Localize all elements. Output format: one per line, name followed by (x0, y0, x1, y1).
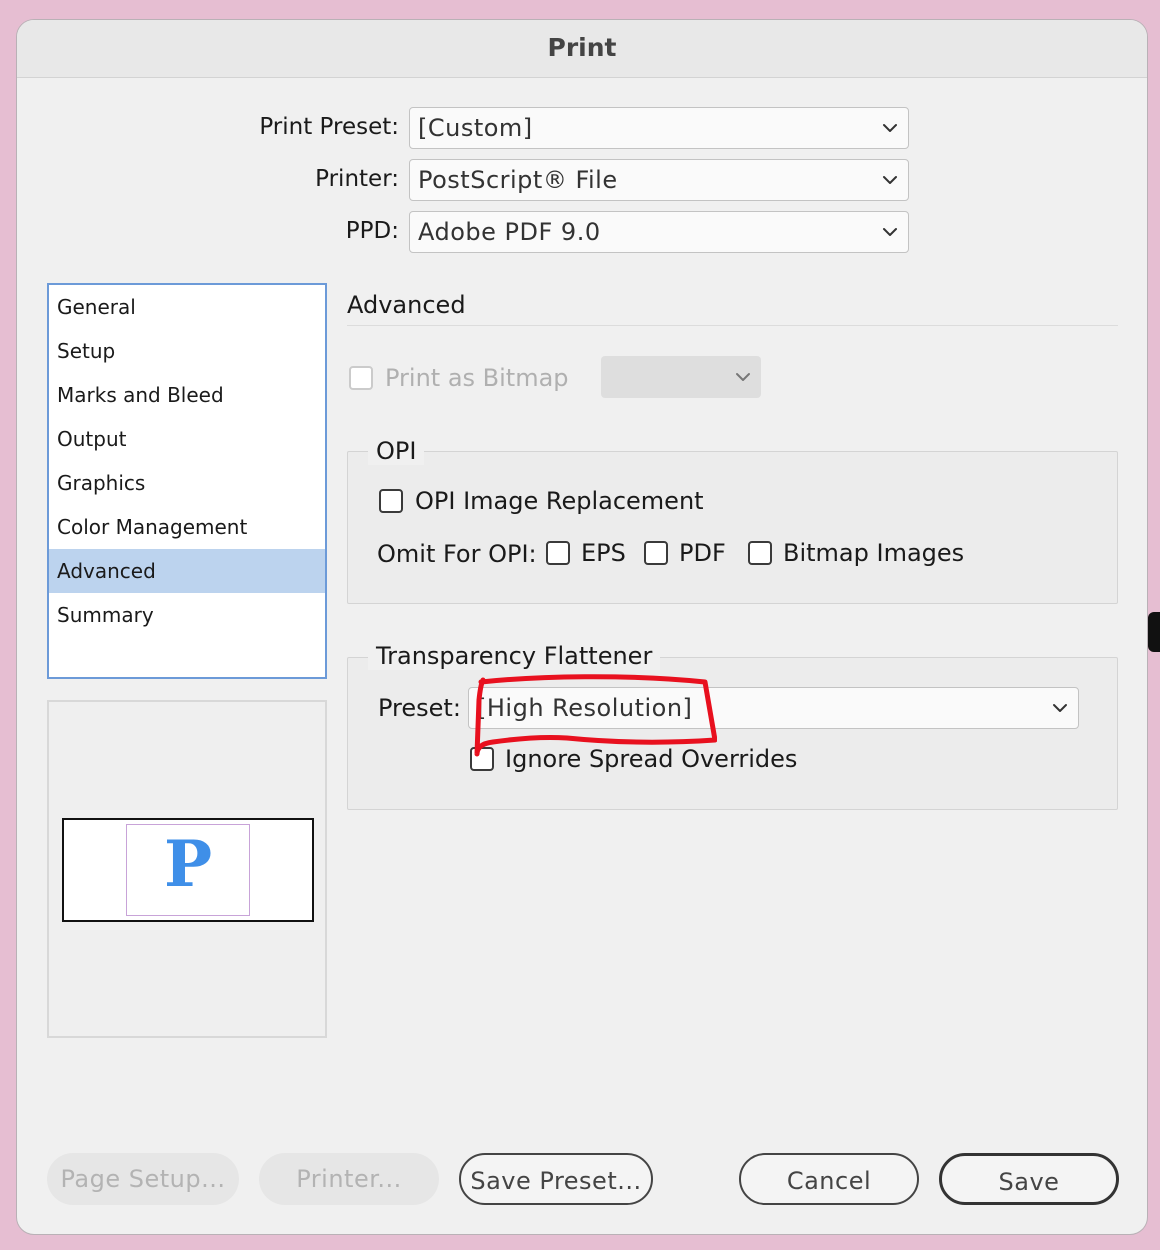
print-preset-label: Print Preset: (259, 114, 399, 140)
nav-item-color-management[interactable]: Color Management (49, 505, 325, 549)
print-dialog: Print Print Preset: [Custom] Printer: Po… (16, 19, 1148, 1235)
chevron-down-icon (735, 369, 751, 385)
printer-select[interactable]: PostScript® File (409, 159, 909, 201)
omit-eps-label: EPS (581, 539, 626, 567)
preview-page: P (126, 824, 250, 916)
nav-item-graphics[interactable]: Graphics (49, 461, 325, 505)
nav-item-summary[interactable]: Summary (49, 593, 325, 637)
nav-item-output[interactable]: Output (49, 417, 325, 461)
flattener-preset-value: [High Resolution] (477, 694, 693, 722)
preview-glyph: P (163, 827, 213, 902)
omit-bitmap-images-label: Bitmap Images (783, 539, 965, 567)
ignore-spread-overrides-label: Ignore Spread Overrides (505, 745, 798, 773)
chevron-down-icon (882, 172, 898, 188)
ppd-select[interactable]: Adobe PDF 9.0 (409, 211, 909, 253)
opi-group (347, 451, 1118, 604)
chevron-down-icon (882, 224, 898, 240)
print-as-bitmap-label: Print as Bitmap (385, 364, 569, 392)
ppd-value: Adobe PDF 9.0 (418, 218, 601, 246)
transparency-flattener-group (347, 657, 1118, 810)
printer-value: PostScript® File (418, 166, 618, 194)
flattener-preset-select[interactable]: [High Resolution] (468, 687, 1079, 729)
omit-eps-checkbox[interactable] (546, 541, 570, 565)
transparency-flattener-title: Transparency Flattener (368, 642, 661, 670)
opi-image-replacement-checkbox[interactable] (379, 489, 403, 513)
opi-image-replacement-label: OPI Image Replacement (415, 487, 704, 515)
printer-button[interactable]: Printer... (259, 1153, 439, 1205)
chevron-down-icon (882, 120, 898, 136)
preview-paper: P (62, 818, 314, 922)
title-bar: Print (17, 20, 1147, 78)
section-heading: Advanced (347, 291, 466, 319)
save-button[interactable]: Save (939, 1153, 1119, 1205)
ignore-spread-overrides-checkbox[interactable] (470, 747, 494, 771)
category-list: General Setup Marks and Bleed Output Gra… (47, 283, 327, 679)
page-setup-button[interactable]: Page Setup... (47, 1153, 239, 1205)
page-preview: P (47, 700, 327, 1038)
ppd-label: PPD: (345, 218, 399, 244)
chevron-down-icon (1052, 700, 1068, 716)
nav-item-advanced[interactable]: Advanced (49, 549, 325, 593)
omit-bitmap-images-checkbox[interactable] (748, 541, 772, 565)
omit-for-opi-label: Omit For OPI: (377, 540, 537, 568)
print-preset-select[interactable]: [Custom] (409, 107, 909, 149)
nav-item-general[interactable]: General (49, 285, 325, 329)
printer-label: Printer: (315, 166, 399, 192)
cancel-button[interactable]: Cancel (739, 1153, 919, 1205)
nav-item-marks-and-bleed[interactable]: Marks and Bleed (49, 373, 325, 417)
background-window-edge (1148, 612, 1160, 652)
save-preset-button[interactable]: Save Preset... (459, 1153, 653, 1205)
omit-pdf-checkbox[interactable] (644, 541, 668, 565)
omit-pdf-label: PDF (679, 539, 726, 567)
print-preset-value: [Custom] (418, 114, 533, 142)
bitmap-resolution-select[interactable] (601, 356, 761, 398)
window-title: Print (547, 33, 617, 62)
print-as-bitmap-checkbox[interactable] (349, 366, 373, 390)
nav-item-setup[interactable]: Setup (49, 329, 325, 373)
heading-divider (347, 325, 1118, 326)
flattener-preset-label: Preset: (378, 694, 461, 722)
opi-group-title: OPI (368, 437, 425, 465)
